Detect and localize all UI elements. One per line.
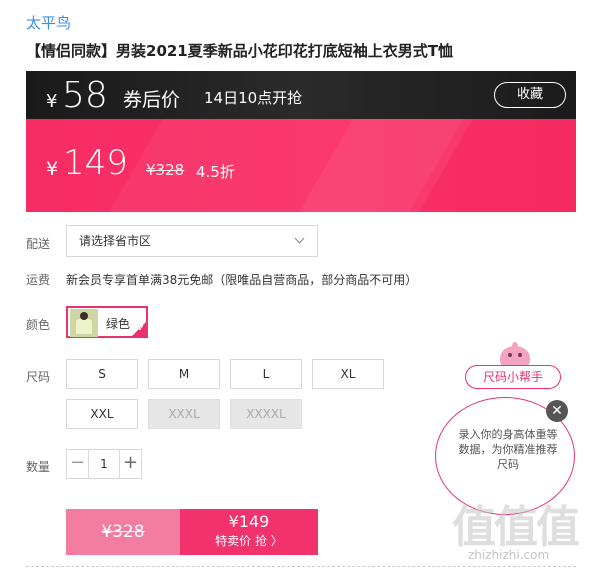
shirt-shape	[76, 319, 92, 334]
brand-link[interactable]: 太平鸟	[26, 12, 71, 33]
divider	[26, 566, 576, 567]
model-head-shape	[80, 312, 88, 320]
watermark-logo: 值值值	[452, 502, 580, 553]
watermark-domain: zhizhizhi.com	[468, 548, 550, 562]
size-option-xl[interactable]: XL	[312, 359, 384, 389]
buy-now-button[interactable]: ¥149 特卖价 抢 〉	[180, 509, 318, 555]
quantity-value[interactable]: 1	[90, 450, 118, 478]
sale-start-time: 14日10点开抢	[204, 89, 303, 107]
delivery-label: 配送	[26, 237, 51, 251]
size-option-xxxl: XXXL	[148, 399, 220, 429]
price-banner: ¥ 149 ¥328 4.5折	[26, 119, 576, 212]
quantity-stepper: − 1 +	[66, 449, 142, 479]
size-option-s[interactable]: S	[66, 359, 138, 389]
buy-label: 特卖价 抢 〉	[215, 534, 283, 548]
region-select-placeholder: 请选择省市区	[79, 234, 152, 248]
favorite-button[interactable]: 收藏	[494, 82, 566, 108]
size-helper-button[interactable]: 尺码小帮手	[465, 365, 561, 389]
product-title: 【情侣同款】男装2021夏季新品小花印花打底短袖上衣男式T恤	[26, 42, 453, 60]
coupon-price-label: 券后价	[123, 89, 181, 111]
coupon-price-bar: ¥ 58 券后价 14日10点开抢 收藏	[26, 71, 576, 119]
product-thumbnail	[70, 309, 98, 337]
coupon-price-value: 58	[62, 75, 108, 116]
color-label: 颜色	[26, 318, 51, 332]
quantity-label: 数量	[26, 460, 51, 474]
region-select[interactable]: 请选择省市区	[66, 225, 318, 257]
color-option-green[interactable]: 绿色 ✓	[66, 306, 148, 338]
size-label: 尺码	[26, 370, 51, 384]
increase-button[interactable]: +	[119, 450, 141, 478]
size-option-xxxxl: XXXXL	[230, 399, 302, 429]
color-option-label: 绿色	[106, 317, 131, 331]
discount-rate: 4.5折	[196, 163, 235, 181]
size-option-l[interactable]: L	[230, 359, 302, 389]
original-price-button[interactable]: ¥328	[66, 509, 180, 555]
decrease-button[interactable]: −	[67, 450, 89, 478]
shipping-info: 新会员专享首单满38元免邮（限唯品自营商品，部分商品不可用）	[66, 273, 418, 287]
original-price: ¥328	[146, 161, 185, 179]
chevron-down-icon	[294, 233, 305, 244]
size-option-m[interactable]: M	[148, 359, 220, 389]
mascot-eye	[518, 353, 522, 357]
buy-price: ¥149	[228, 512, 270, 531]
size-option-xxl[interactable]: XXL	[66, 399, 138, 429]
currency-symbol: ¥	[46, 91, 58, 112]
size-helper-text: 录入你的身高体重等数据，为你精准推荐尺码	[458, 428, 558, 471]
currency-symbol: ¥	[46, 158, 59, 180]
close-icon[interactable]: ✕	[546, 400, 568, 422]
sale-price-value: 149	[63, 143, 128, 183]
mascot-eye	[508, 353, 512, 357]
check-icon: ✓	[137, 324, 145, 334]
shipping-label: 运费	[26, 273, 51, 287]
